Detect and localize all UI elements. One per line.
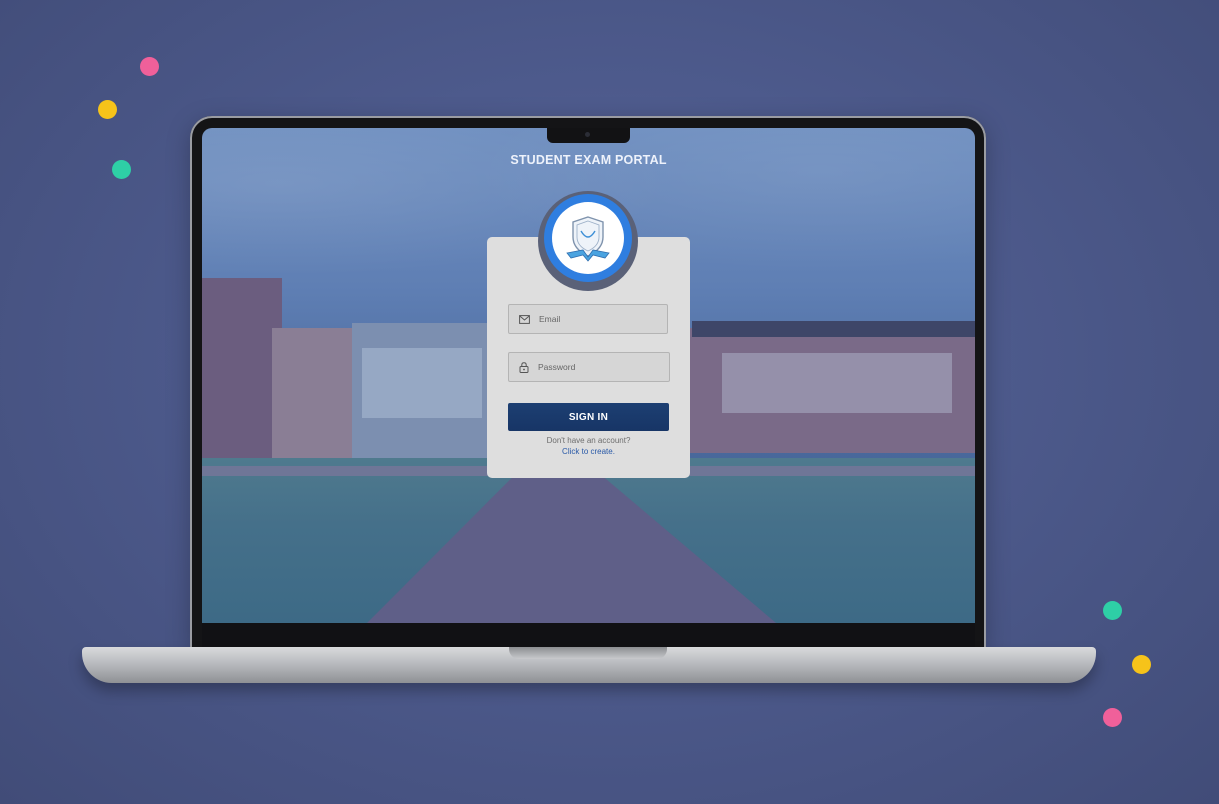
decor-dot [98,100,117,119]
crest-logo [552,202,624,274]
decor-dot [112,160,131,179]
background-windows [722,353,952,413]
email-input[interactable] [537,313,661,325]
shield-icon [566,216,610,262]
decor-dot [1103,708,1122,727]
sign-in-button[interactable]: SIGN IN [508,403,669,431]
password-input[interactable] [536,361,660,373]
decor-dot [1103,601,1122,620]
email-field[interactable] [508,304,668,334]
decor-dot [1132,655,1151,674]
background-windows [362,348,482,418]
laptop-bezel [202,623,975,647]
background-roof [692,321,975,337]
page-title: STUDENT EXAM PORTAL [510,153,667,167]
background-building [272,328,362,463]
password-field[interactable] [508,352,670,382]
decor-dot [140,57,159,76]
camera-notch [547,128,630,143]
laptop-opening-notch [509,647,667,659]
app-screen: STUDENT EXAM PORTAL SIGN IN [202,128,975,623]
camera-icon [585,132,590,137]
no-account-text: Don't have an account? [546,436,631,445]
mail-icon [519,314,530,324]
create-account-link[interactable]: Click to create. [487,447,690,456]
lock-icon [519,361,529,373]
background-building [202,278,282,468]
